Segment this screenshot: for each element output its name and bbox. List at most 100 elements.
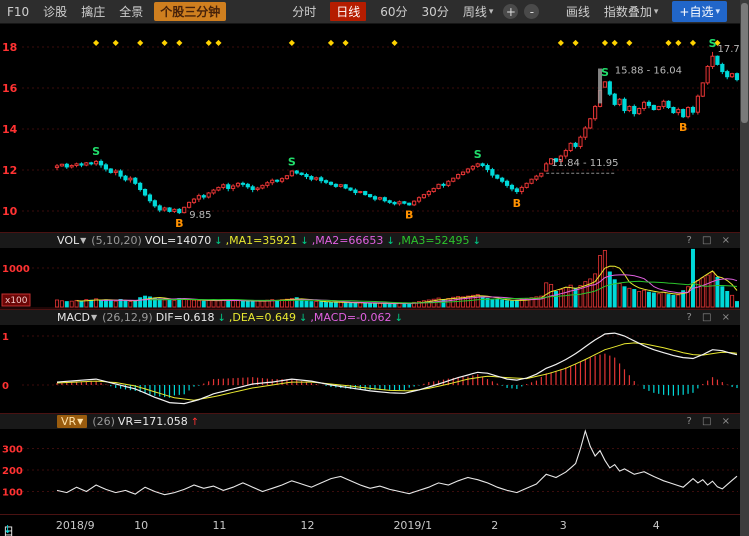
indicator-value: ,MA2=66653	[312, 234, 384, 247]
vol-indicator-selector[interactable]: VOL ▼	[57, 234, 86, 247]
help-icon[interactable]: ?	[686, 312, 691, 323]
chart-label: ◆	[328, 38, 335, 47]
vr-panel-controls: ? □ ×	[679, 416, 730, 427]
close-icon[interactable]: ×	[722, 235, 730, 246]
chart-label: ◆	[675, 38, 682, 47]
close-icon[interactable]: ×	[722, 312, 730, 323]
menu-f10[interactable]: F10	[7, 5, 29, 19]
period-switcher: 分时 日线 60分 30分 周线 ▾ + -	[285, 2, 542, 21]
indicator-value: ,MACD=-0.062	[310, 311, 391, 324]
zoom-in-button[interactable]: +	[503, 4, 518, 19]
zoom-out-button[interactable]: -	[524, 4, 539, 19]
chart-label: S	[601, 66, 609, 79]
x-axis-month-label: 3	[560, 519, 567, 532]
vol-panel-controls: ? □ ×	[679, 235, 730, 246]
chart-label: 10	[2, 205, 18, 218]
vol-values: VOL=14070↓,MA1=35921↓,MA2=66653↓,MA3=524…	[142, 234, 481, 247]
vr-values: VR=171.058↑	[115, 415, 199, 428]
chevron-down-icon: ▾	[654, 7, 659, 17]
chart-label: ◆	[215, 38, 222, 47]
close-icon[interactable]: ×	[722, 416, 730, 427]
chart-label: 16	[2, 82, 18, 95]
arrow-down-icon: ↓	[473, 236, 481, 247]
scrollbar-thumb[interactable]	[741, 3, 748, 123]
chart-label: ◆	[558, 38, 565, 47]
chart-label: 15.88 - 16.04	[615, 66, 682, 77]
chart-label: S	[288, 155, 296, 168]
vr-chart[interactable]: 300200100	[0, 429, 740, 514]
add-watchlist-button[interactable]: +自选 ▾	[672, 1, 727, 22]
chevron-down-icon: ▼	[77, 417, 83, 426]
period-weekly-dropdown[interactable]: 周线 ▾	[463, 3, 494, 20]
chart-label: S	[474, 148, 482, 161]
chart-label: 11.84 - 11.95	[551, 158, 618, 169]
add-watchlist-label: +自选	[679, 3, 713, 20]
arrow-down-icon: ↓	[214, 236, 222, 247]
arrow-down-icon: ↓	[386, 236, 394, 247]
period-daily[interactable]: 日线	[330, 2, 366, 21]
arrow-down-icon: ↓	[395, 313, 403, 324]
index-overlay-dropdown[interactable]: 指数叠加 ▾	[604, 3, 659, 20]
top-toolbar: F10 诊股 擒庄 全景 个股三分钟 分时 日线 60分 30分 周线 ▾ + …	[0, 0, 740, 24]
chart-label: ◆	[176, 38, 183, 47]
chart-label: x100	[5, 296, 28, 306]
time-axis: 日线↓ 2018/91011122019/1234	[0, 514, 740, 536]
chart-label: 300	[2, 445, 23, 456]
macd-indicator-name: MACD	[57, 311, 90, 324]
arrow-up-icon: ↑	[191, 417, 199, 428]
help-icon[interactable]: ?	[686, 416, 691, 427]
chart-label: ◆	[690, 38, 697, 47]
arrow-down-icon: ↓	[3, 523, 12, 536]
macd-params: (26,12,9)	[102, 311, 153, 324]
volume-chart[interactable]: 1000x100	[0, 248, 740, 309]
toolbar-right-group: 画线 指数叠加 ▾ +自选 ▾	[559, 1, 734, 22]
chart-label: 17.76	[718, 44, 740, 55]
arrow-down-icon: ↓	[299, 313, 307, 324]
stock-chart-window: F10 诊股 擒庄 全景 个股三分钟 分时 日线 60分 30分 周线 ▾ + …	[0, 0, 749, 536]
period-30min[interactable]: 30分	[422, 3, 449, 20]
chart-label: ◆	[612, 38, 619, 47]
x-axis-month-label: 4	[653, 519, 660, 532]
vol-panel-header: VOL ▼ (5,10,20) VOL=14070↓,MA1=35921↓,MA…	[0, 232, 740, 248]
menu-diagnose-stock[interactable]: 诊股	[43, 3, 67, 20]
vr-params: (26)	[92, 415, 115, 428]
menu-stock-3min[interactable]: 个股三分钟	[154, 2, 226, 21]
indicator-value: ,DEA=0.649	[229, 311, 296, 324]
arrow-down-icon: ↓	[217, 313, 225, 324]
chart-label: ◆	[289, 38, 296, 47]
expand-icon[interactable]: □	[702, 235, 711, 246]
indicator-value: ,MA1=35921	[226, 234, 298, 247]
x-axis-month-label: 10	[134, 519, 148, 532]
chart-label: 200	[2, 466, 23, 477]
expand-icon[interactable]: □	[702, 416, 711, 427]
chart-label: B	[679, 121, 687, 134]
arrow-down-icon: ↓	[300, 236, 308, 247]
x-axis-month-label: 11	[212, 519, 226, 532]
chart-label: 18	[2, 41, 17, 54]
expand-icon[interactable]: □	[702, 312, 711, 323]
chart-label: B	[175, 217, 183, 230]
chart-label: ◆	[93, 38, 100, 47]
menu-panorama[interactable]: 全景	[119, 3, 143, 20]
macd-indicator-selector[interactable]: MACD ▼	[57, 311, 97, 324]
macd-chart[interactable]: 10	[0, 325, 740, 413]
draw-line-button[interactable]: 画线	[566, 3, 590, 20]
period-intraday[interactable]: 分时	[292, 3, 316, 20]
macd-values: DIF=0.618↓,DEA=0.649↓,MACD=-0.062↓	[153, 311, 403, 324]
menu-catch-banker[interactable]: 擒庄	[81, 3, 105, 20]
vertical-scrollbar[interactable]	[740, 0, 749, 536]
chart-label: ◆	[206, 38, 213, 47]
chart-label: S	[92, 145, 100, 158]
chart-label: 9.85	[189, 210, 211, 221]
vr-indicator-selector[interactable]: VR ▼	[57, 415, 87, 428]
vr-indicator-name: VR	[61, 415, 76, 428]
chart-label: B	[405, 209, 413, 222]
period-weekly-label: 周线	[463, 3, 487, 20]
x-axis-month-label: 2019/1	[393, 519, 432, 532]
chart-label: ◆	[113, 38, 120, 47]
x-axis-month-label: 2018/9	[56, 519, 95, 532]
chart-label: 12	[2, 164, 17, 177]
period-60min[interactable]: 60分	[380, 3, 407, 20]
main-candlestick-chart[interactable]: 1816141210◆◆◆◆◆◆◆◆◆◆◆◆◆◆◆◆◆◆◆◆SBSBSBSBS9…	[0, 24, 740, 232]
help-icon[interactable]: ?	[686, 235, 691, 246]
